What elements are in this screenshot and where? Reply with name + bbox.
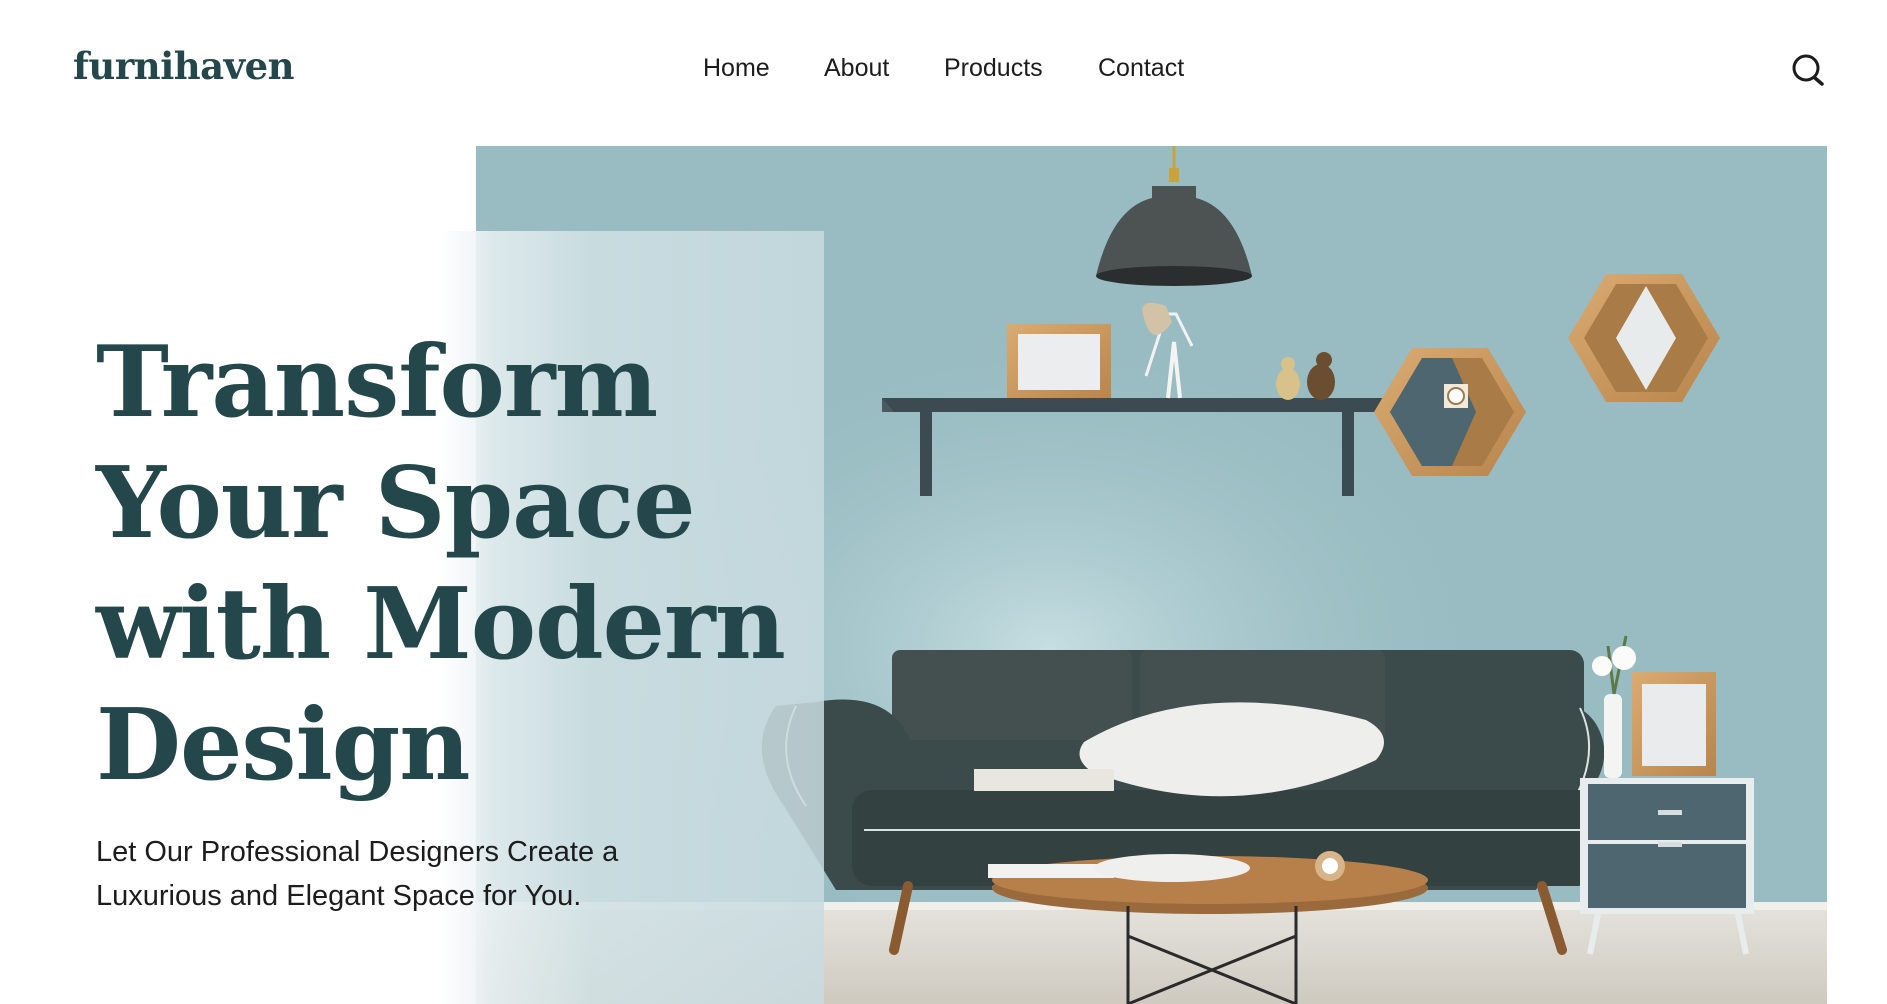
hero-title-line-2: Your Space [96, 446, 696, 561]
hero-title: Transform Your Space with Modern Design [96, 322, 796, 806]
nav-link-products[interactable]: Products [944, 54, 1043, 83]
hero-title-line-4: Design [96, 688, 471, 803]
hero-title-line-3: with Modern [96, 567, 786, 682]
nav-link-home[interactable]: Home [703, 54, 770, 83]
nav-link-about[interactable]: About [824, 54, 889, 83]
hero-subtitle: Let Our Professional Designers Create a … [96, 830, 696, 918]
nav-link-contact[interactable]: Contact [1098, 54, 1184, 83]
hero-subtitle-line-1: Let Our Professional Designers Create a [96, 836, 619, 868]
search-button[interactable] [1789, 51, 1827, 89]
search-icon [1792, 54, 1824, 86]
hero-title-line-1: Transform [96, 325, 658, 440]
hero-subtitle-line-2: Luxurious and Elegant Space for You. [96, 880, 582, 912]
main-nav: Home About Products Contact [0, 54, 1887, 86]
